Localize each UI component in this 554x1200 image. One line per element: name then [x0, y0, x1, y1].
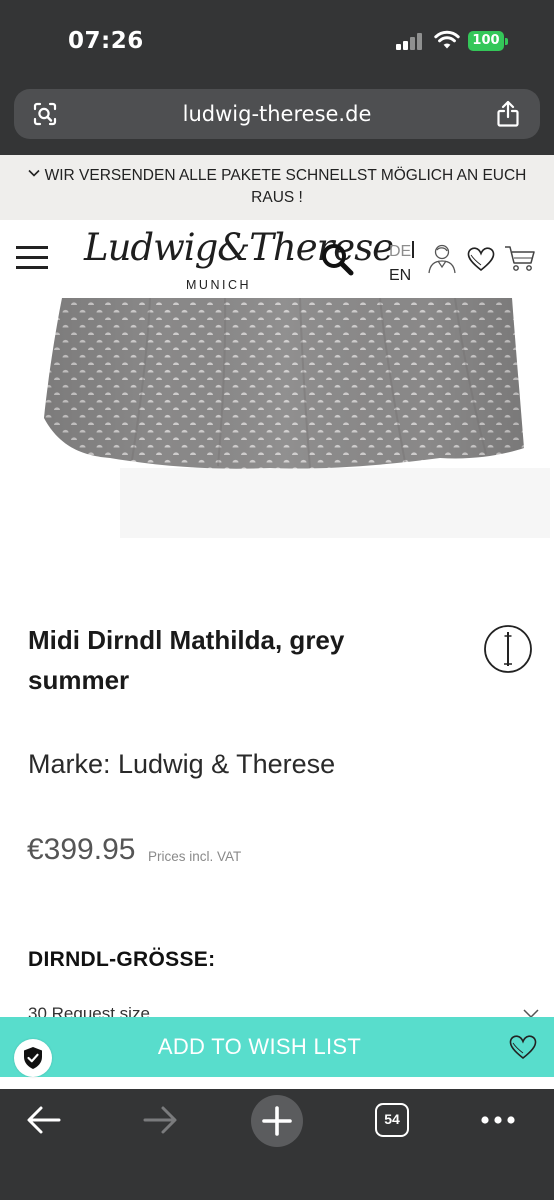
- wishlist-label: ADD TO WISH LIST: [157, 1034, 362, 1059]
- announcement-text: WIR VERSENDEN ALLE PAKETE SCHNELLST MÖGL…: [44, 167, 527, 206]
- product-image[interactable]: [0, 298, 554, 544]
- cellular-signal-icon: [396, 32, 424, 50]
- back-arrow-icon[interactable]: [26, 1105, 62, 1135]
- browser-chrome-top: 07:26 100 ludwig-therese.de: [0, 0, 554, 155]
- heart-icon: [509, 1035, 537, 1060]
- status-time: 07:26: [68, 28, 144, 54]
- chevron-down-icon: [28, 169, 40, 177]
- wifi-icon: [434, 30, 460, 49]
- site-header: Ludwig&Therese MUNICH DE EN: [0, 220, 554, 298]
- browser-toolbar: 54: [0, 1089, 554, 1200]
- dirndl-skirt-image: [44, 298, 550, 538]
- cart-icon[interactable]: [504, 244, 536, 272]
- language-switcher[interactable]: DE EN: [389, 240, 414, 288]
- tabs-icon[interactable]: 54: [375, 1103, 409, 1137]
- info-icon[interactable]: [483, 624, 533, 674]
- announcement-banner[interactable]: WIR VERSENDEN ALLE PAKETE SCHNELLST MÖGL…: [0, 155, 554, 220]
- price-note: Prices incl. VAT: [148, 849, 242, 864]
- battery-icon: 100: [468, 31, 508, 51]
- site-logo[interactable]: Ludwig&Therese MUNICH: [82, 220, 394, 300]
- url-text[interactable]: ludwig-therese.de: [14, 102, 540, 126]
- user-icon[interactable]: [426, 242, 458, 274]
- lang-de[interactable]: DE: [389, 243, 411, 260]
- new-tab-button[interactable]: [251, 1095, 303, 1147]
- search-icon[interactable]: [320, 242, 354, 276]
- product-title: Midi Dirndl Mathilda, grey summer: [28, 625, 345, 695]
- share-icon[interactable]: [496, 100, 520, 128]
- size-label: DIRNDL-GRÖSSE:: [28, 948, 216, 971]
- shield-check-icon[interactable]: [14, 1039, 52, 1077]
- menu-icon[interactable]: [16, 246, 48, 270]
- address-bar[interactable]: ludwig-therese.de: [14, 89, 540, 139]
- battery-level: 100: [468, 31, 504, 51]
- product-price: €399.95: [27, 833, 136, 866]
- forward-arrow-icon[interactable]: [142, 1105, 178, 1135]
- more-icon[interactable]: [480, 1115, 516, 1125]
- logo-city: MUNICH: [186, 278, 251, 292]
- lang-en[interactable]: EN: [389, 264, 414, 288]
- product-brand: Marke: Ludwig & Therese: [28, 749, 336, 779]
- heart-icon[interactable]: [466, 246, 496, 272]
- add-to-wishlist-button[interactable]: ADD TO WISH LIST: [0, 1017, 554, 1077]
- plus-icon: [262, 1106, 292, 1136]
